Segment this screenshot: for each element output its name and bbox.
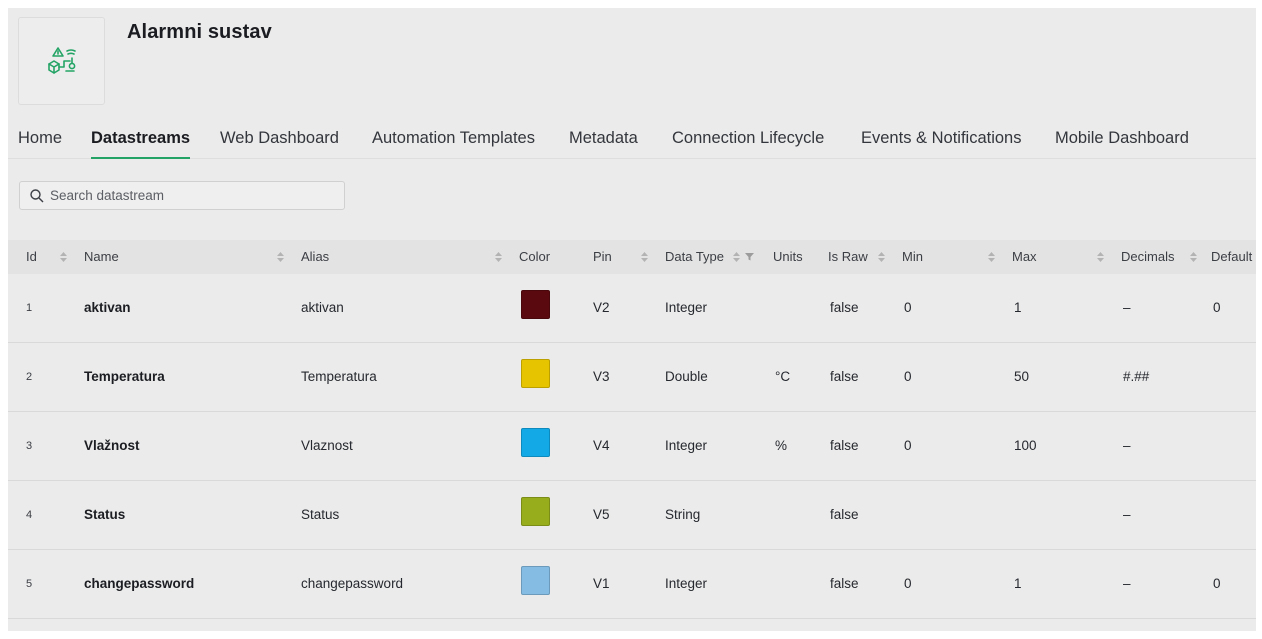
filter-icon[interactable] (745, 252, 754, 261)
row-data-type: String (665, 507, 701, 522)
tab-connection-lifecycle[interactable]: Connection Lifecycle (672, 129, 824, 157)
tab-events-notifications[interactable]: Events & Notifications (861, 129, 1022, 157)
row-max: 1 (1014, 300, 1022, 315)
row-name[interactable]: Vlažnost (84, 438, 140, 453)
sort-icon[interactable] (60, 252, 67, 262)
row-min: 0 (904, 576, 912, 591)
row-id: 2 (26, 371, 33, 383)
sort-icon[interactable] (988, 252, 995, 262)
row-decimals: – (1123, 507, 1131, 522)
row-data-type: Integer (665, 438, 708, 453)
column-header-min[interactable]: Min (902, 249, 923, 264)
row-is-raw: false (830, 300, 859, 315)
row-id: 3 (26, 440, 33, 452)
table-row[interactable]: 5 changepassword changepassword V1 Integ… (8, 550, 1256, 619)
row-decimals: – (1123, 438, 1131, 453)
row-id: 4 (26, 509, 33, 521)
tab-automation-templates[interactable]: Automation Templates (372, 129, 535, 157)
column-header-is-raw[interactable]: Is Raw (828, 249, 868, 264)
row-decimals: – (1123, 576, 1131, 591)
column-header-id[interactable]: Id (26, 249, 37, 264)
row-max: 50 (1014, 369, 1030, 384)
tab-web-dashboard[interactable]: Web Dashboard (220, 129, 339, 157)
row-alias: Status (301, 507, 340, 522)
tab-datastreams[interactable]: Datastreams (91, 129, 191, 159)
sort-icon[interactable] (641, 252, 648, 262)
row-default: 0 (1213, 300, 1221, 315)
row-units: % (775, 438, 788, 453)
row-id: 5 (26, 578, 33, 590)
row-is-raw: false (830, 438, 859, 453)
sort-icon[interactable] (733, 252, 740, 262)
row-min: 0 (904, 300, 912, 315)
table-header: Id Name Alias Color Pin Data Type Units … (8, 240, 1256, 274)
row-name[interactable]: aktivan (84, 300, 131, 315)
row-max: 1 (1014, 576, 1022, 591)
row-max: 100 (1014, 438, 1037, 453)
row-decimals: #.## (1123, 369, 1150, 384)
row-is-raw: false (830, 576, 859, 591)
table-row[interactable]: 2 Temperatura Temperatura V3 Double °C f… (8, 343, 1256, 412)
search-input[interactable] (50, 188, 330, 203)
tab-bar: Home Datastreams Web Dashboard Automatio… (8, 126, 1256, 159)
tab-home[interactable]: Home (18, 129, 62, 157)
row-min: 0 (904, 369, 912, 384)
search-icon (30, 188, 44, 202)
column-header-name[interactable]: Name (84, 249, 119, 264)
main-canvas: Alarmni sustav Home Datastreams Web Dash… (8, 8, 1256, 631)
row-default: 0 (1213, 576, 1221, 591)
color-swatch (521, 566, 550, 595)
row-pin: V1 (593, 576, 610, 591)
row-is-raw: false (830, 507, 859, 522)
page-title: Alarmni sustav (127, 21, 272, 43)
row-alias: Vlaznost (301, 438, 353, 453)
row-data-type: Double (665, 369, 708, 384)
column-header-alias[interactable]: Alias (301, 249, 329, 264)
row-alias: aktivan (301, 300, 344, 315)
row-data-type: Integer (665, 300, 708, 315)
tab-mobile-dashboard[interactable]: Mobile Dashboard (1055, 129, 1189, 157)
color-swatch (521, 290, 550, 319)
row-name[interactable]: Status (84, 507, 125, 522)
color-swatch (521, 428, 550, 457)
row-alias: Temperatura (301, 369, 377, 384)
row-pin: V2 (593, 300, 610, 315)
row-is-raw: false (830, 369, 859, 384)
row-data-type: Integer (665, 576, 708, 591)
column-header-decimals[interactable]: Decimals (1121, 249, 1174, 264)
table-row[interactable]: 3 Vlažnost Vlaznost V4 Integer % false 0… (8, 412, 1256, 481)
row-name[interactable]: changepassword (84, 576, 194, 591)
row-alias: changepassword (301, 576, 404, 591)
column-header-pin[interactable]: Pin (593, 249, 612, 264)
sort-icon[interactable] (495, 252, 502, 262)
row-id: 1 (26, 302, 33, 314)
sort-icon[interactable] (1097, 252, 1104, 262)
sort-icon[interactable] (878, 252, 885, 262)
row-min: 0 (904, 438, 912, 453)
row-pin: V3 (593, 369, 610, 384)
color-swatch (521, 359, 550, 388)
column-header-max[interactable]: Max (1012, 249, 1037, 264)
row-decimals: – (1123, 300, 1131, 315)
sort-icon[interactable] (1190, 252, 1197, 262)
row-name[interactable]: Temperatura (84, 369, 165, 384)
column-header-units: Units (773, 249, 803, 264)
table-row[interactable]: 4 Status Status V5 String false – (8, 481, 1256, 550)
row-units: °C (775, 369, 791, 384)
column-header-color: Color (519, 249, 551, 264)
row-pin: V4 (593, 438, 610, 453)
alarm-system-icon (47, 47, 76, 74)
table-row[interactable]: 1 aktivan aktivan V2 Integer false 0 1 –… (8, 274, 1256, 343)
color-swatch (521, 497, 550, 526)
tab-metadata[interactable]: Metadata (569, 129, 638, 157)
row-pin: V5 (593, 507, 610, 522)
product-logo (18, 17, 105, 105)
column-header-data-type[interactable]: Data Type (665, 249, 724, 264)
search-box[interactable] (19, 181, 345, 210)
column-header-default[interactable]: Default (1211, 249, 1252, 264)
sort-icon[interactable] (277, 252, 284, 262)
